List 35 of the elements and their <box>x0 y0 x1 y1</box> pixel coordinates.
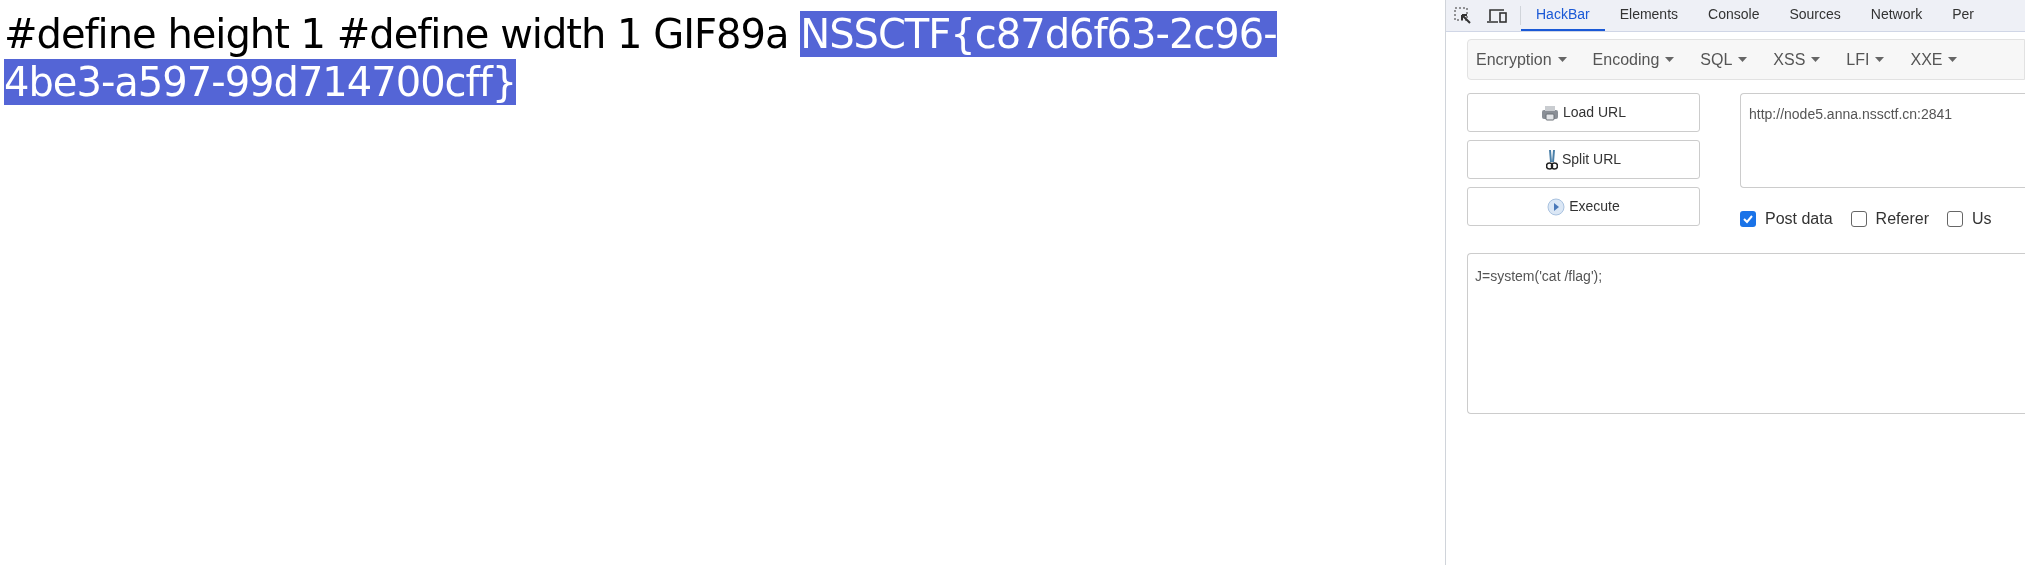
play-icon <box>1547 197 1566 216</box>
checkbox-label: Us <box>1971 209 1992 229</box>
menu-dropdown[interactable]: Encryption <box>1476 47 1567 72</box>
scissors-icon <box>1545 148 1558 171</box>
printer-icon <box>1540 103 1559 122</box>
hackbar-button[interactable]: Split URL <box>1467 140 1700 179</box>
menu-dropdown[interactable]: XSS <box>1773 47 1821 72</box>
checkbox[interactable] <box>1850 211 1867 227</box>
hackbar-button[interactable]: Execute <box>1467 187 1700 226</box>
menu-dropdown[interactable]: XXE <box>1910 47 1958 72</box>
caret-icon <box>1665 57 1675 62</box>
caret-icon <box>1811 57 1821 62</box>
post-body-field[interactable]: J=system('cat /flag'); <box>1467 253 2025 414</box>
device-toggle-icon[interactable] <box>1486 6 1508 25</box>
checkbox[interactable] <box>1946 211 1963 227</box>
menu-dropdown[interactable]: Encoding <box>1592 47 1675 72</box>
checkbox-label: Post data <box>1765 209 1833 229</box>
menu-dropdown[interactable]: SQL <box>1700 47 1748 72</box>
devtools-tab[interactable]: Network <box>1855 0 1938 31</box>
devtools-tab[interactable]: Console <box>1693 0 1775 31</box>
devtools-tab[interactable]: Sources <box>1774 0 1856 31</box>
checkbox-label: Referer <box>1875 209 1929 229</box>
caret-icon <box>1948 57 1958 62</box>
url-field[interactable]: http://node5.anna.nssctf.cn:2841 <box>1740 93 2025 188</box>
page-text: #define height 1 #define width 1 GIF89a NSSCTF{c87d6f63-2c96-4be3-a597-99d714700cff} <box>4 10 1278 106</box>
devtools-tab[interactable]: HackBar <box>1521 0 1605 31</box>
caret-icon <box>1738 57 1748 62</box>
hackbar-button[interactable]: Load URL <box>1467 93 1700 132</box>
caret-icon <box>1557 57 1567 62</box>
checkbox[interactable] <box>1740 211 1756 227</box>
caret-icon <box>1875 57 1885 62</box>
menu-dropdown[interactable]: LFI <box>1846 47 1885 72</box>
devtools-tab[interactable]: Per <box>1937 0 1989 31</box>
devtools-tab[interactable]: Elements <box>1604 0 1694 31</box>
element-picker-icon[interactable] <box>1454 6 1472 25</box>
